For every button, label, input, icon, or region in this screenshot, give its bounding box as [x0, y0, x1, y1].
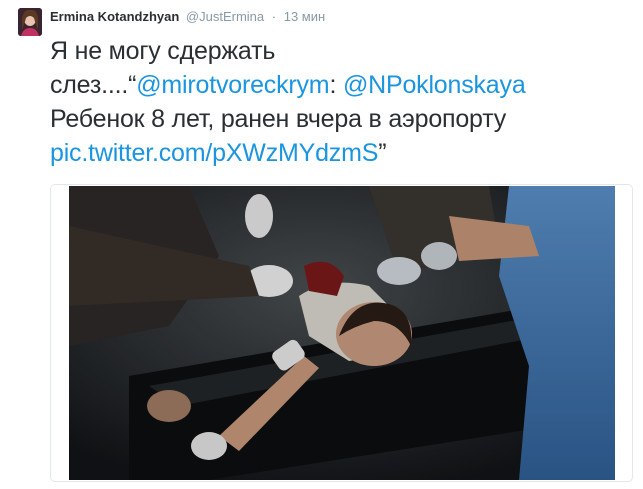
tweet-text-line-4: pic.twitter.com/pXWzMYdzmS”: [50, 136, 630, 170]
tweet-header: Ermina Kotandzhyan @JustErmina · 13 мин: [50, 9, 325, 25]
header-separator: ·: [271, 9, 277, 24]
mention-npoklonskaya[interactable]: @NPoklonskaya: [343, 71, 526, 99]
media-photo[interactable]: [69, 186, 615, 480]
media-container: [50, 184, 633, 482]
author-username[interactable]: @JustErmina: [186, 9, 264, 24]
mention-mirotvoreckrym[interactable]: @mirotvoreckrym: [136, 71, 329, 99]
avatar[interactable]: [18, 8, 42, 36]
tweet-text-colon: :: [329, 71, 337, 99]
tweet-text-line-2: слез....“@mirotvoreckrym: @NPoklonskaya: [50, 68, 630, 102]
author-display-name[interactable]: Ermina Kotandzhyan: [50, 9, 179, 24]
tweet-text-line-1: Я не могу сдержать: [50, 37, 276, 65]
tweet-text-quote-open: слез....“: [50, 71, 137, 99]
tweet-text: Я не могу сдержать слез....“@mirotvoreck…: [50, 34, 630, 170]
tweet-card: Ermina Kotandzhyan @JustErmina · 13 мин …: [0, 0, 643, 489]
pic-link[interactable]: pic.twitter.com/pXWzMYdzmS: [50, 139, 378, 167]
tweet-text-line-3: Ребенок 8 лет, ранен вчера в аэропорту: [50, 105, 507, 133]
tweet-timestamp[interactable]: 13 мин: [284, 9, 325, 24]
tweet-text-quote-close: ”: [378, 139, 387, 167]
